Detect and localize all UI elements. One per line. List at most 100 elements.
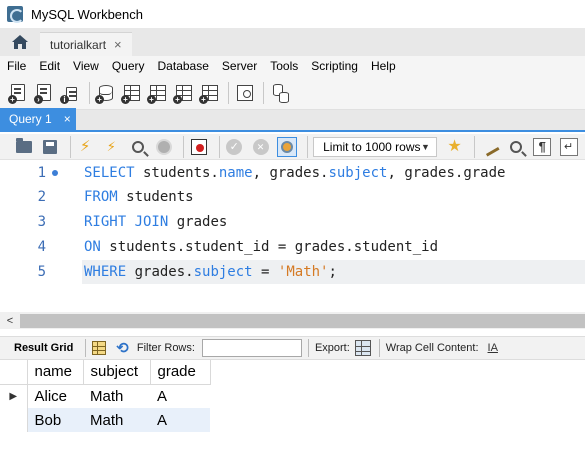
new-sql-tab-icon[interactable]: +: [8, 82, 30, 104]
connection-tab-label: tutorialkart: [50, 37, 107, 52]
wrap-cell-content-label: Wrap Cell Content:: [385, 342, 479, 354]
statement-marker-icon: [52, 170, 58, 176]
menu-query[interactable]: Query: [105, 59, 151, 73]
execute-current-icon[interactable]: ⚡: [102, 137, 121, 157]
autocommit-toggle-icon[interactable]: [277, 136, 298, 157]
menu-tools[interactable]: Tools: [263, 59, 304, 73]
toolbar-separator: [85, 339, 87, 357]
reconnect-icon[interactable]: [269, 82, 291, 104]
table-header-row: name subject grade: [0, 360, 211, 385]
sql-editor[interactable]: 1 SELECT students.name, grades.subject, …: [0, 160, 585, 312]
code-line: 3 RIGHT JOIN grades: [0, 210, 585, 234]
table-cell[interactable]: Alice: [27, 384, 83, 408]
table-cell[interactable]: Math: [83, 408, 150, 432]
find-icon[interactable]: [506, 137, 525, 157]
export-icon[interactable]: [354, 340, 371, 356]
toolbar-separator: [218, 135, 220, 158]
save-icon[interactable]: [40, 137, 59, 157]
close-icon[interactable]: ×: [64, 112, 71, 126]
title-bar: MySQL Workbench: [0, 0, 585, 28]
menu-database[interactable]: Database: [151, 59, 215, 73]
rollback-icon[interactable]: [251, 137, 270, 157]
connection-tab-tutorialkart[interactable]: tutorialkart ×: [40, 32, 132, 56]
toolbar-separator: [307, 339, 309, 357]
table-cell[interactable]: A: [150, 408, 210, 432]
menu-view[interactable]: View: [66, 59, 105, 73]
stop-icon[interactable]: [154, 137, 173, 157]
mysql-workbench-logo-icon: [7, 6, 24, 23]
create-schema-icon[interactable]: +: [95, 82, 117, 104]
result-grid-label[interactable]: Result Grid: [14, 342, 73, 354]
line-number: 1: [37, 165, 46, 181]
current-row-indicator-icon[interactable]: ▶: [0, 384, 28, 408]
limit-rows-select[interactable]: Limit to 1000 rows ▼: [313, 136, 437, 157]
table-cell[interactable]: Math: [83, 384, 150, 408]
filter-rows-label: Filter Rows:: [136, 342, 195, 354]
open-file-icon[interactable]: [14, 137, 33, 157]
sql-editor-toolbar: ⚡ ⚡ Limit to 1000 rows ▼ ★ ¶ ↵: [0, 134, 585, 160]
connection-tab-bar: tutorialkart ×: [0, 28, 585, 56]
code-text: ON students.student_id = grades.student_…: [84, 239, 439, 255]
code-text: SELECT students.name, grades.subject, gr…: [84, 165, 506, 181]
code-text: WHERE grades.subject = 'Math';: [84, 264, 337, 280]
code-line: 2 FROM students: [0, 185, 585, 209]
toolbar-separator: [378, 339, 380, 357]
word-wrap-icon[interactable]: ↵: [559, 137, 578, 157]
table-cell[interactable]: A: [150, 384, 210, 408]
scrollbar-thumb[interactable]: [20, 313, 585, 328]
toolbar-separator: [263, 81, 264, 104]
column-header-subject[interactable]: subject: [83, 360, 151, 385]
toolbar-separator: [89, 81, 90, 104]
invisible-characters-icon[interactable]: ¶: [533, 137, 552, 157]
create-procedure-icon[interactable]: +: [173, 82, 195, 104]
add-snippet-icon[interactable]: ★: [445, 137, 464, 157]
menu-server[interactable]: Server: [215, 59, 263, 73]
home-button[interactable]: [0, 28, 40, 56]
toolbar-separator: [474, 135, 476, 158]
open-inspector-icon[interactable]: i: [60, 82, 82, 104]
open-sql-script-icon[interactable]: ›: [34, 82, 56, 104]
limit-rows-value: Limit to 1000 rows: [323, 139, 421, 154]
row-selector[interactable]: [0, 408, 28, 432]
create-table-icon[interactable]: +: [121, 82, 143, 104]
editor-horizontal-scrollbar[interactable]: <: [0, 312, 585, 329]
refresh-icon[interactable]: ⟲: [116, 339, 129, 357]
menu-edit[interactable]: Edit: [32, 59, 66, 73]
row-selector-header[interactable]: [0, 360, 28, 385]
code-line: 1 SELECT students.name, grades.subject, …: [0, 161, 585, 185]
results-toolbar: Result Grid ⟲ Filter Rows: Export: Wrap …: [0, 336, 585, 360]
table-cell[interactable]: Bob: [27, 408, 83, 432]
scroll-left-icon[interactable]: <: [0, 315, 20, 327]
filter-rows-input[interactable]: [201, 339, 302, 357]
create-view-icon[interactable]: +: [147, 82, 169, 104]
column-header-grade[interactable]: grade: [150, 360, 211, 385]
result-table: name subject grade ▶ Alice Math A Bob Ma…: [0, 360, 211, 432]
query-tab-label: Query 1: [9, 112, 52, 126]
tab-query-1[interactable]: Query 1 ×: [0, 108, 76, 130]
menu-file[interactable]: File: [0, 59, 32, 73]
search-table-data-icon[interactable]: [234, 82, 256, 104]
window-title: MySQL Workbench: [31, 6, 143, 22]
line-number: 3: [37, 214, 46, 230]
toolbar-separator: [69, 135, 71, 158]
close-icon[interactable]: ×: [114, 37, 122, 52]
menu-help[interactable]: Help: [364, 59, 402, 73]
execute-all-icon[interactable]: ⚡: [75, 137, 94, 157]
commit-icon[interactable]: [225, 137, 244, 157]
beautify-icon[interactable]: [480, 136, 500, 157]
stop-on-error-icon[interactable]: [189, 137, 208, 157]
table-row[interactable]: Bob Math A: [0, 408, 210, 432]
code-line: 4 ON students.student_id = grades.studen…: [0, 235, 585, 259]
menu-scripting[interactable]: Scripting: [304, 59, 364, 73]
code-line: 5 WHERE grades.subject = 'Math';: [0, 260, 585, 284]
table-row[interactable]: ▶ Alice Math A: [0, 384, 210, 408]
explain-icon[interactable]: [128, 137, 147, 157]
result-grid-icon[interactable]: [92, 341, 107, 355]
wrap-cell-content-icon[interactable]: IA: [488, 342, 498, 354]
line-number: 4: [37, 239, 46, 255]
toolbar-separator: [183, 135, 185, 158]
main-toolbar: + › i + + + + +: [0, 76, 585, 110]
menu-bar: File Edit View Query Database Server Too…: [0, 56, 585, 76]
create-function-icon[interactable]: +: [199, 82, 221, 104]
column-header-name[interactable]: name: [27, 360, 84, 385]
